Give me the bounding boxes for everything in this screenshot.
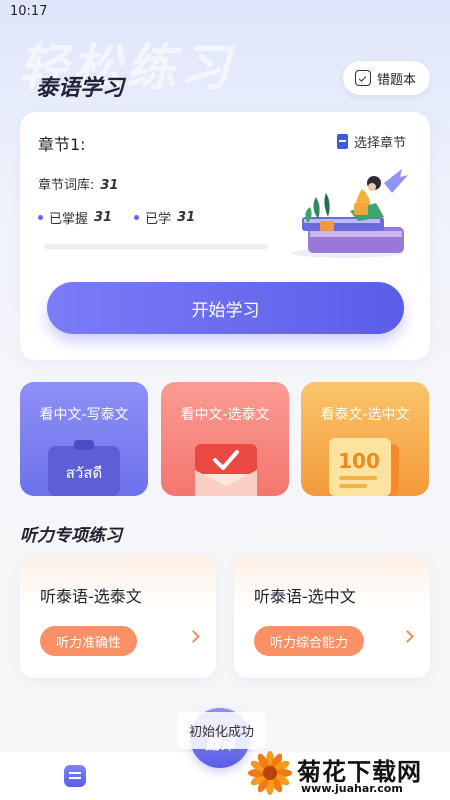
status-bar: 10:17 bbox=[0, 0, 450, 26]
mode-label: 看泰文-选中文 bbox=[320, 407, 410, 423]
listening-card-tag: 听力综合能力 bbox=[254, 626, 365, 656]
vocab-label: 章节词库: bbox=[38, 178, 95, 193]
mode-card-choose-thai[interactable]: 看中文-选泰文 bbox=[161, 382, 289, 496]
listening-card-tag: 听力准确性 bbox=[40, 626, 138, 656]
learned-count: 31 bbox=[177, 210, 196, 225]
envelope-check-icon bbox=[195, 444, 257, 496]
wrong-book-button[interactable]: 错题本 bbox=[342, 61, 430, 95]
start-learning-button[interactable]: 开始学习 bbox=[47, 282, 404, 334]
chapter-card: 章节1: 选择章节 章节词库: 31 已掌握 31 已学 31 开始学习 bbox=[20, 112, 430, 360]
listening-card-title: 听泰语-选泰文 bbox=[40, 587, 142, 606]
stat-learned: 已学 31 bbox=[134, 208, 195, 227]
chapter-title: 章节1: bbox=[38, 135, 86, 154]
home-tab-icon[interactable] bbox=[64, 765, 86, 787]
mastered-count: 31 bbox=[94, 210, 113, 225]
mode-label: 看中文-选泰文 bbox=[180, 407, 270, 423]
chapter-progress-bar bbox=[44, 244, 268, 249]
listening-card-title: 听泰语-选中文 bbox=[254, 587, 356, 606]
mode-card-choose-chinese[interactable]: 看泰文-选中文 100 bbox=[301, 382, 429, 496]
vocab-count: 31 bbox=[100, 178, 119, 193]
select-chapter-label: 选择章节 bbox=[353, 136, 406, 151]
wrong-book-label: 错题本 bbox=[376, 72, 416, 88]
mode-label: 看中文-写泰文 bbox=[39, 407, 129, 423]
score-text: 100 bbox=[338, 449, 380, 473]
chevron-right-icon bbox=[187, 630, 200, 643]
listening-card-thai[interactable]: 听泰语-选泰文 听力准确性 bbox=[20, 556, 216, 678]
flower-logo-icon bbox=[248, 751, 292, 795]
watermark-url: www.juahar.com bbox=[301, 782, 403, 795]
page-title: 泰语学习 bbox=[36, 76, 125, 101]
bullet-dot bbox=[38, 215, 43, 220]
notebook-icon bbox=[354, 70, 371, 86]
vocab-count-line: 章节词库: 31 bbox=[38, 174, 118, 193]
learned-label: 已学 bbox=[145, 212, 172, 227]
mastered-label: 已掌握 bbox=[49, 212, 89, 227]
bullet-dot bbox=[134, 215, 140, 220]
select-chapter-button[interactable]: 选择章节 bbox=[336, 132, 406, 151]
listening-section-title: 听力专项练习 bbox=[20, 526, 122, 546]
chevron-right-icon bbox=[401, 630, 414, 643]
clipboard-icon: สวัสดี bbox=[48, 440, 120, 496]
listening-card-chinese[interactable]: 听泰语-选中文 听力综合能力 bbox=[234, 556, 430, 678]
status-time: 10:17 bbox=[10, 4, 48, 19]
book-icon bbox=[336, 134, 348, 149]
score-card-icon: 100 bbox=[329, 438, 399, 496]
stat-mastered: 已掌握 31 bbox=[38, 208, 112, 227]
chapter-stats: 已掌握 31 已学 31 bbox=[38, 208, 195, 227]
toast-message: 初始化成功 bbox=[177, 712, 267, 749]
site-watermark: 菊花下载网 www.juahar.com bbox=[247, 748, 450, 800]
reading-person-illustration bbox=[292, 169, 408, 258]
clipboard-text: สวัสดี bbox=[66, 464, 102, 482]
mode-card-write-thai[interactable]: 看中文-写泰文 สวัสดี bbox=[20, 382, 148, 496]
